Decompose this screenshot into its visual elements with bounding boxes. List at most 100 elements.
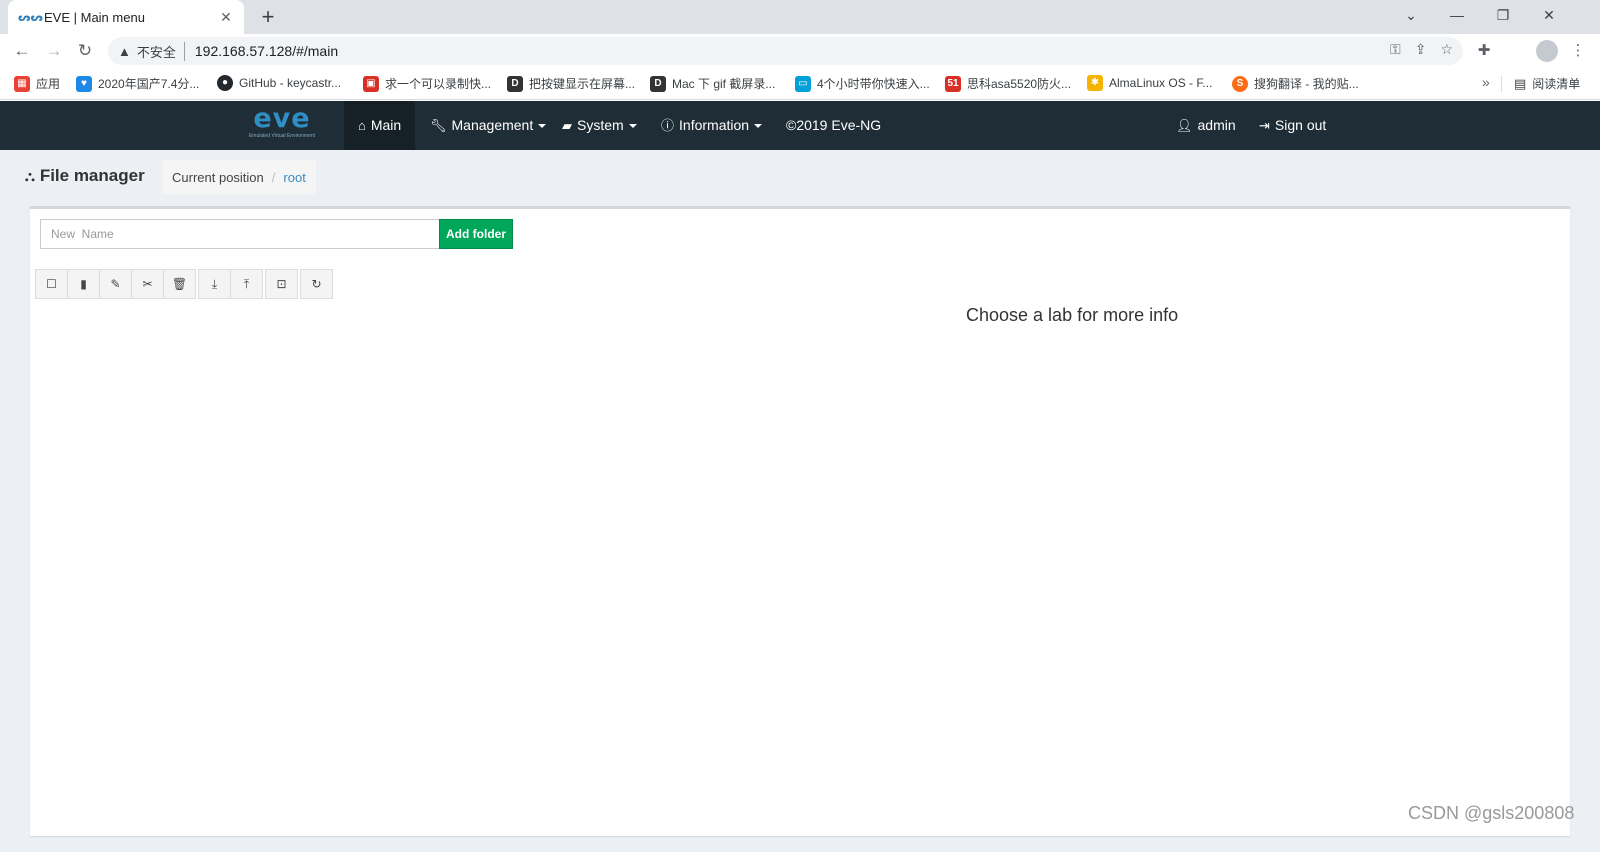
bookmark-item[interactable]: ▣ 求一个可以录制快...	[363, 75, 491, 92]
import-upload-icon[interactable]: ⤒	[230, 269, 263, 299]
tab-title: EVE | Main menu	[44, 9, 145, 25]
bookmark-label: 搜狗翻译 - 我的贴...	[1254, 77, 1359, 91]
extensions-icon[interactable]: ✚	[1473, 41, 1495, 59]
delete-trash-icon[interactable]: 🗑︎	[163, 269, 196, 299]
reading-list[interactable]: ▤ 阅读清单	[1514, 75, 1580, 92]
omnibox[interactable]: ▲ 不安全 192.168.57.128/#/main ⚿ ⇪ ☆	[108, 37, 1463, 65]
bookmark-apps[interactable]: ▦ 应用	[14, 75, 60, 92]
caret-down-icon	[754, 124, 763, 129]
profile-avatar[interactable]	[1536, 40, 1558, 62]
bookmark-item[interactable]: ▭ 4个小时带你快速入...	[795, 75, 930, 92]
back-button[interactable]: ←	[10, 39, 34, 63]
nav-admin[interactable]: 👤︎ admin	[1162, 101, 1250, 150]
browser-tabstrip: ᔕᔕ EVE | Main menu ✕ + ⌄ — ❐ ✕	[0, 0, 1600, 34]
nav-copyright[interactable]: ©2019 Eve-NG	[772, 101, 895, 150]
nav-signout[interactable]: ⇥ Sign out	[1245, 101, 1340, 150]
refresh-icon[interactable]: ↻	[300, 269, 333, 299]
info-circle-icon: ⓘ	[661, 118, 675, 133]
minimize-button[interactable]: —	[1434, 0, 1480, 30]
insecure-label[interactable]: 不安全	[137, 41, 185, 61]
d-icon: D	[507, 75, 523, 92]
bookmark-label: GitHub - keycastr...	[239, 76, 342, 90]
caret-down-icon	[538, 124, 547, 129]
reading-list-label: 阅读清单	[1532, 77, 1581, 91]
eve-logo-subtitle: Emulated Virtual Environment	[248, 133, 316, 139]
lab-info-placeholder: Choose a lab for more info	[966, 305, 1179, 325]
book-icon: ▰	[562, 118, 572, 133]
menu-icon[interactable]: ⋮	[1567, 41, 1589, 59]
tab-search-icon[interactable]: ⌄	[1388, 0, 1434, 30]
github-icon: ●	[217, 75, 233, 91]
bookmark-item[interactable]: D 把按键显示在屏幕...	[507, 75, 635, 92]
warning-icon[interactable]: ▲	[118, 44, 131, 59]
alma-icon: ✱	[1087, 75, 1103, 91]
toolbar-group-refresh: ↻	[300, 269, 333, 299]
file-manager-panel: Add folder ☐ ▮ ✎ ✂ 🗑︎ ⤓ ⤒ ⊡ ↻ Choose a l…	[30, 206, 1570, 836]
51-icon: 51	[945, 75, 961, 92]
bookmark-label: 把按键显示在屏幕...	[529, 77, 636, 91]
bookmark-item[interactable]: ● GitHub - keycastr...	[217, 75, 341, 91]
nav-main-label: Main	[370, 117, 402, 133]
sitemap-icon: ⛬	[25, 167, 35, 184]
url-text[interactable]: 192.168.57.128/#/main	[195, 43, 338, 59]
restore-button[interactable]: ❐	[1480, 0, 1526, 30]
bookmarks-bar: ▦ 应用 ♥ 2020年国产7.4分... ● GitHub - keycast…	[0, 68, 1600, 100]
breadcrumb-label: Current position	[172, 169, 264, 185]
browser-toolbar: ← → ↻ ▲ 不安全 192.168.57.128/#/main ⚿ ⇪ ☆ …	[0, 34, 1600, 68]
close-window-button[interactable]: ✕	[1526, 0, 1572, 30]
bookmarks-more-icon[interactable]: »	[1482, 74, 1490, 90]
reload-button[interactable]: ↻	[73, 39, 97, 63]
breadcrumb: Current position / root	[162, 160, 316, 194]
bookmark-label: 4个小时带你快速入...	[817, 77, 930, 91]
file-toolbar: ☐ ▮ ✎ ✂ 🗑︎ ⤓ ⤒ ⊡ ↻	[35, 269, 335, 299]
select-all-icon[interactable]: ☐	[35, 269, 68, 299]
share-icon[interactable]: ⇪	[1415, 41, 1427, 58]
user-icon: 👤︎	[1176, 118, 1193, 133]
bookmark-label: 应用	[36, 77, 61, 91]
new-name-input[interactable]	[40, 219, 440, 249]
sogou-icon: S	[1232, 75, 1248, 92]
nav-main[interactable]: ⌂ Main	[344, 101, 416, 150]
home-icon: ⌂	[358, 118, 366, 133]
image-icon: ▣	[363, 75, 379, 92]
eve-navbar: eve Emulated Virtual Environment ⌂ Main 🔧…	[0, 101, 1600, 150]
toolbar-group-misc: ⊡	[265, 269, 298, 299]
tab-close-icon[interactable]: ✕	[218, 9, 234, 26]
watermark: CSDN @gsls200808	[1408, 803, 1575, 823]
collapse-box-icon[interactable]: ⊡	[265, 269, 298, 299]
edit-pencil-icon[interactable]: ✎	[99, 269, 132, 299]
nav-system-label: System	[577, 117, 624, 133]
breadcrumb-root-link[interactable]: root	[283, 170, 305, 185]
heart-icon: ♥	[76, 75, 92, 92]
eve-logo[interactable]: eve Emulated Virtual Environment	[236, 105, 328, 145]
export-download-icon[interactable]: ⤓	[198, 269, 231, 299]
bookmark-item[interactable]: S 搜狗翻译 - 我的贴...	[1232, 75, 1359, 92]
bookmark-item[interactable]: D Mac 下 gif 截屏录...	[650, 75, 775, 92]
d-icon: D	[650, 75, 666, 92]
key-icon[interactable]: ⚿	[1390, 41, 1401, 58]
forward-button[interactable]: →	[42, 39, 66, 63]
signout-icon: ⇥	[1259, 118, 1270, 133]
bilibili-icon: ▭	[795, 75, 811, 92]
add-folder-button[interactable]: Add folder	[439, 219, 513, 249]
nav-information[interactable]: ⓘ Information	[647, 101, 776, 150]
bookmark-item[interactable]: 51 思科asa5520防火...	[945, 75, 1071, 92]
nav-information-label: Information	[679, 117, 750, 133]
breadcrumb-separator: /	[271, 169, 276, 185]
nav-signout-label: Sign out	[1274, 117, 1327, 133]
star-icon[interactable]: ☆	[1440, 41, 1453, 58]
cut-scissors-icon[interactable]: ✂	[131, 269, 164, 299]
nav-system[interactable]: ▰ System	[548, 101, 651, 150]
bookmark-label: 求一个可以录制快...	[385, 77, 492, 91]
bookmark-item[interactable]: ✱ AlmaLinux OS - F...	[1087, 75, 1212, 91]
page-title-text: File manager	[39, 166, 145, 185]
eve-logo-word: eve	[253, 103, 311, 134]
nav-management[interactable]: 🔧︎ Management	[416, 101, 560, 150]
browser-tab-active[interactable]: ᔕᔕ EVE | Main menu ✕	[8, 0, 244, 34]
wrench-icon: 🔧︎	[430, 118, 447, 133]
new-tab-button[interactable]: +	[254, 4, 282, 30]
bookmark-item[interactable]: ♥ 2020年国产7.4分...	[76, 75, 199, 92]
new-file-icon[interactable]: ▮	[67, 269, 100, 299]
bookmarks-divider	[1501, 76, 1502, 92]
bookmark-label: 思科asa5520防火...	[967, 77, 1072, 91]
